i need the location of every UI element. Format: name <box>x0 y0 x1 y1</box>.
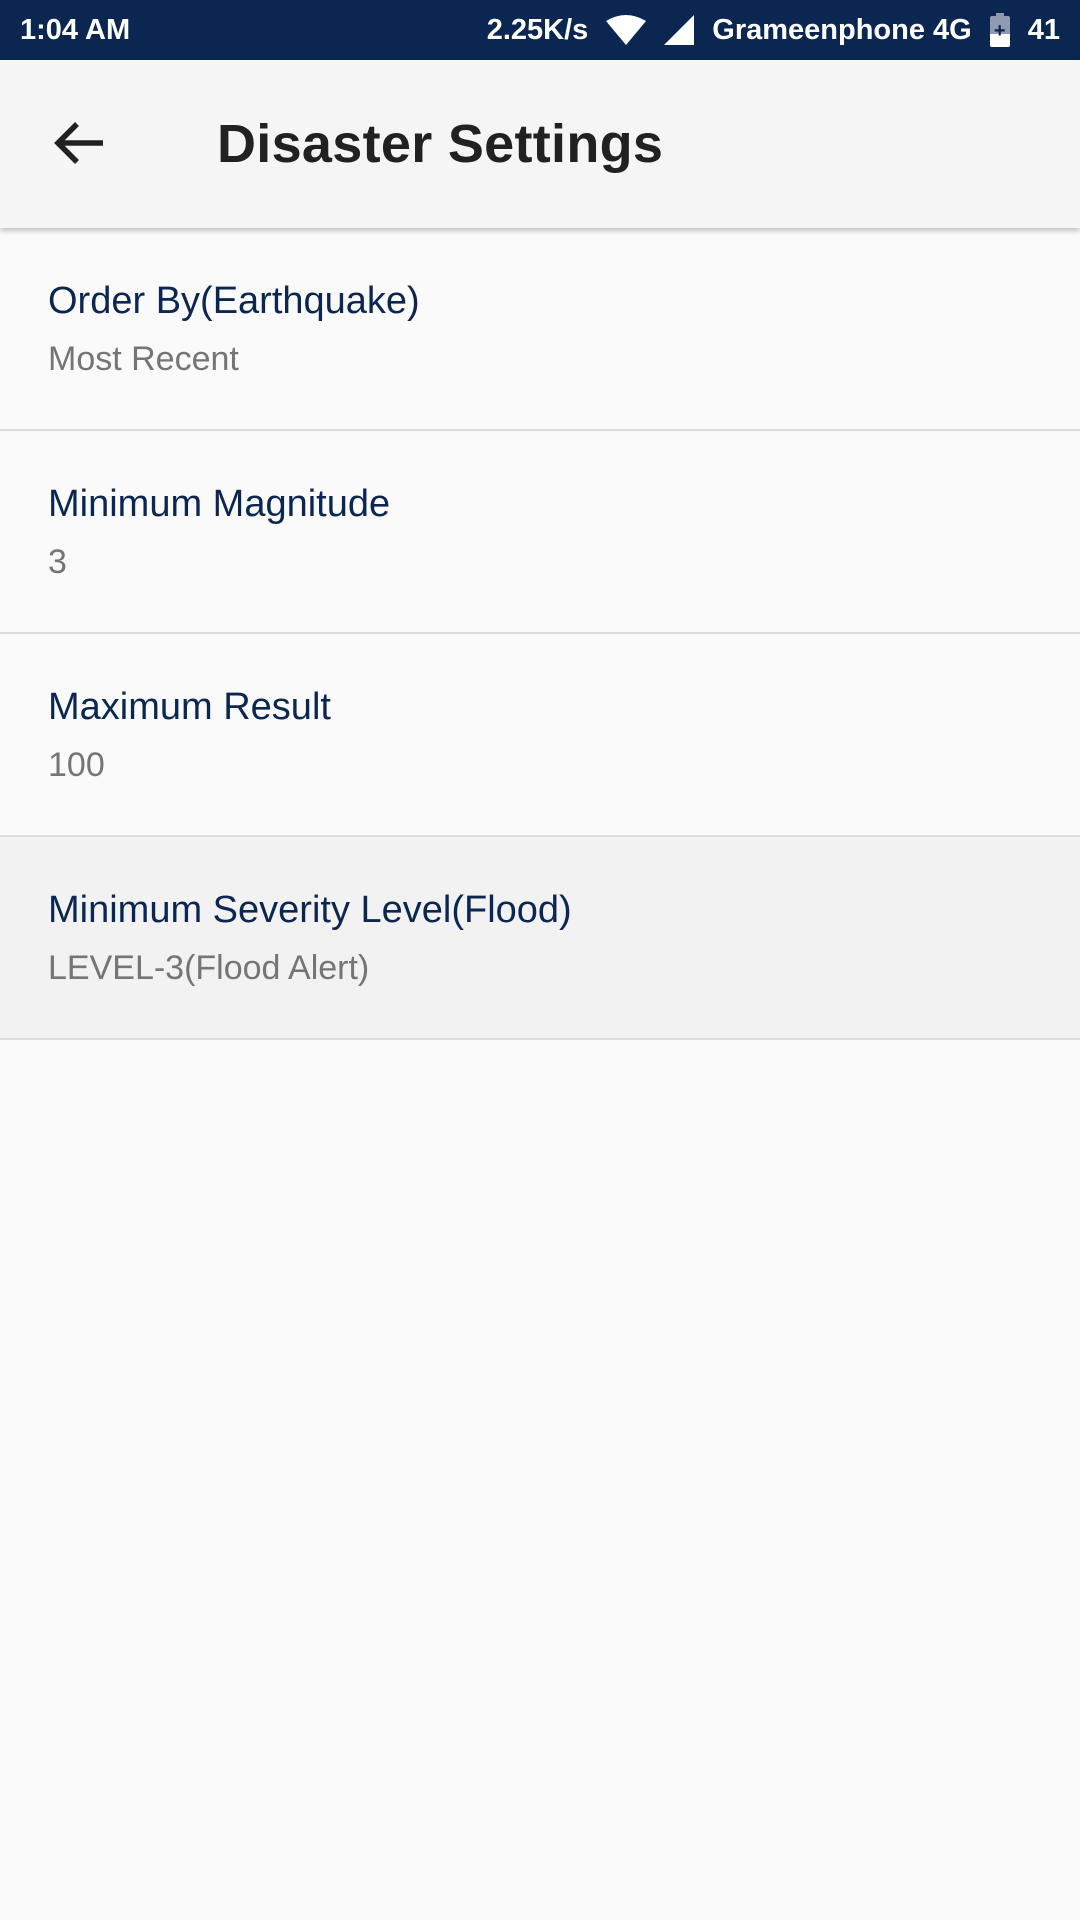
app-bar: Disaster Settings <box>0 60 1080 228</box>
setting-title: Maximum Result <box>48 686 331 728</box>
setting-minimum-magnitude[interactable]: Minimum Magnitude 3 <box>0 431 1080 634</box>
carrier-name: Grameenphone 4G <box>712 13 972 46</box>
battery-level: 41 <box>1027 13 1060 46</box>
setting-summary: 100 <box>48 746 105 784</box>
setting-minimum-severity-level[interactable]: Minimum Severity Level(Flood) LEVEL-3(Fl… <box>0 837 1080 1040</box>
setting-title: Minimum Severity Level(Flood) <box>48 889 572 931</box>
page-title: Disaster Settings <box>217 114 664 174</box>
setting-order-by[interactable]: Order By(Earthquake) Most Recent <box>0 228 1080 431</box>
setting-summary: LEVEL-3(Flood Alert) <box>48 949 370 987</box>
setting-summary: Most Recent <box>48 340 239 378</box>
arrow-back-icon <box>53 119 105 172</box>
settings-list: Order By(Earthquake) Most Recent Minimum… <box>0 228 1080 1040</box>
cell-signal-icon <box>664 15 695 45</box>
status-indicators: 2.25K/s Grameenphone 4G + 41 <box>487 13 1060 47</box>
setting-maximum-result[interactable]: Maximum Result 100 <box>0 634 1080 837</box>
back-button[interactable] <box>44 110 114 180</box>
setting-title: Minimum Magnitude <box>48 483 391 525</box>
battery-icon: + <box>989 13 1010 47</box>
wifi-icon <box>606 15 647 45</box>
status-time: 1:04 AM <box>20 13 131 46</box>
network-speed: 2.25K/s <box>486 13 589 46</box>
status-bar: 1:04 AM 2.25K/s Grameenphone 4G + 41 <box>0 0 1080 60</box>
setting-title: Order By(Earthquake) <box>48 280 420 322</box>
setting-summary: 3 <box>48 543 67 581</box>
